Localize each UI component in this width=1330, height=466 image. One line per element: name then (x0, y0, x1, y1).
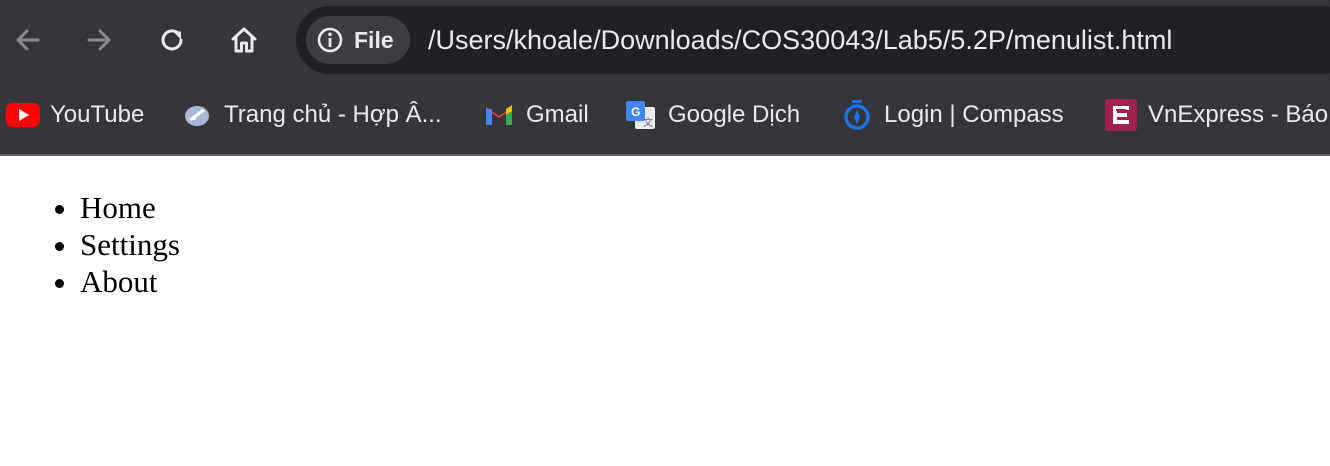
bookmark-trang-chu[interactable]: Trang chủ - Hợp Â... (180, 80, 442, 150)
reload-button[interactable] (146, 14, 198, 66)
reload-icon (161, 29, 183, 51)
bookmark-google-dich[interactable]: G 文 Google Dịch (624, 80, 800, 150)
svg-text:G: G (631, 105, 640, 119)
gmail-icon (482, 98, 516, 132)
browser-toolbar: File /Users/khoale/Downloads/COS30043/La… (0, 0, 1330, 80)
bookmark-label: Trang chủ - Hợp Â... (224, 101, 442, 128)
menu-item-home: Home (80, 189, 180, 226)
google-translate-icon: G 文 (624, 98, 658, 132)
bookmark-label: Gmail (526, 101, 589, 128)
page-content: Home Settings About (0, 156, 1330, 466)
bookmark-label: Google Dịch (668, 101, 801, 128)
menu-list: Home Settings About (80, 189, 180, 300)
site-info-label: File (354, 26, 394, 53)
bookmarks-bar: YouTube Trang chủ - Hợp Â... Gmail G 文 G… (0, 80, 1330, 154)
youtube-icon (6, 98, 40, 132)
home-icon (231, 27, 257, 53)
address-bar[interactable]: File /Users/khoale/Downloads/COS30043/La… (296, 6, 1330, 74)
vnexpress-icon (1104, 98, 1138, 132)
bookmark-vnexpress[interactable]: VnExpress - Báo (1104, 80, 1328, 150)
bookmark-compass[interactable]: Login | Compass (840, 80, 1064, 150)
back-button[interactable] (2, 14, 54, 66)
guitar-icon (180, 98, 214, 132)
compass-icon (840, 98, 874, 132)
menu-item-about: About (80, 263, 180, 300)
bookmark-label: YouTube (50, 101, 145, 128)
bookmark-youtube[interactable]: YouTube (6, 80, 144, 150)
bookmark-label: Login | Compass (884, 101, 1064, 128)
url-text[interactable]: /Users/khoale/Downloads/COS30043/Lab5/5.… (428, 6, 1172, 74)
bookmark-gmail[interactable]: Gmail (482, 80, 589, 150)
arrow-right-icon (87, 29, 111, 51)
info-icon (317, 27, 343, 53)
svg-text:文: 文 (643, 116, 653, 129)
forward-button[interactable] (73, 14, 125, 66)
menu-item-settings: Settings (80, 226, 180, 263)
bookmark-label: VnExpress - Báo (1148, 101, 1329, 128)
home-button[interactable] (218, 14, 270, 66)
arrow-left-icon (16, 29, 40, 51)
site-info-chip[interactable]: File (306, 16, 410, 64)
